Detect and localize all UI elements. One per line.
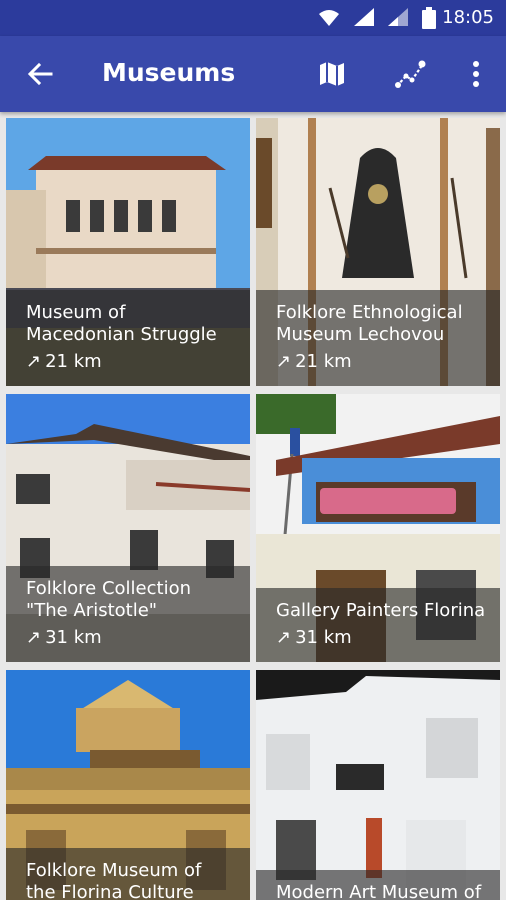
museum-distance: ↗ 31 km (276, 626, 486, 650)
museum-card[interactable]: Gallery Painters Florina ↗ 31 km (256, 394, 500, 662)
map-icon (320, 62, 344, 86)
card-caption: Modern Art Museum of Florina (256, 870, 500, 900)
distance-arrow-icon: ↗ (26, 627, 42, 648)
museum-name: Folklore Museum of the Florina Culture C… (26, 860, 202, 900)
card-caption: Folklore Collection "The Aristotle" ↗ 31 … (6, 566, 250, 662)
museum-distance: ↗ 21 km (26, 350, 236, 374)
museum-distance: ↗ 21 km (276, 350, 486, 374)
distance-value: 21 km (295, 351, 352, 372)
card-caption: Gallery Painters Florina ↗ 31 km (256, 588, 500, 662)
battery-icon (422, 7, 436, 29)
museum-name: Gallery Painters Florina (276, 600, 486, 621)
card-caption: Folklore Ethnological Museum Lechovou ↗ 2… (256, 290, 500, 386)
museum-name: Folklore Ethnological Museum Lechovou (276, 302, 463, 345)
museum-distance: ↗ 31 km (26, 626, 236, 650)
back-button[interactable] (20, 54, 60, 94)
distance-arrow-icon: ↗ (276, 627, 292, 648)
card-caption: Folklore Museum of the Florina Culture C… (6, 848, 250, 900)
museum-photo (256, 670, 500, 900)
museum-card[interactable]: Museum of Macedonian Struggle ↗ 21 km (6, 118, 250, 386)
museum-card[interactable]: Folklore Ethnological Museum Lechovou ↗ 2… (256, 118, 500, 386)
route-button[interactable] (390, 54, 430, 94)
museum-name: Folklore Collection "The Aristotle" (26, 578, 191, 621)
distance-value: 31 km (295, 627, 352, 648)
museum-card[interactable]: Folklore Collection "The Aristotle" ↗ 31 … (6, 394, 250, 662)
distance-arrow-icon: ↗ (26, 351, 42, 372)
map-button[interactable] (312, 54, 352, 94)
back-arrow-icon (27, 62, 53, 86)
page-title: Museums (102, 58, 236, 87)
card-caption: Museum of Macedonian Struggle ↗ 21 km (6, 290, 250, 386)
status-time: 18:05 (442, 7, 494, 28)
museum-grid: Museum of Macedonian Struggle ↗ 21 km Fol… (0, 112, 506, 900)
status-bar: 18:05 (0, 0, 506, 36)
more-options-button[interactable] (456, 54, 496, 94)
route-icon (395, 60, 426, 88)
wifi-icon (319, 10, 339, 26)
museum-name: Modern Art Museum of Florina (276, 882, 482, 900)
app-toolbar: Museums (0, 36, 506, 112)
museum-name: Museum of Macedonian Struggle (26, 302, 217, 345)
distance-value: 21 km (45, 351, 102, 372)
more-vert-icon (473, 61, 479, 87)
distance-value: 31 km (45, 627, 102, 648)
distance-arrow-icon: ↗ (276, 351, 292, 372)
museum-card[interactable]: Folklore Museum of the Florina Culture C… (6, 670, 250, 900)
cell-signal-icon (388, 8, 408, 26)
cell-signal-icon (354, 8, 374, 26)
museum-card[interactable]: Modern Art Museum of Florina (256, 670, 500, 900)
